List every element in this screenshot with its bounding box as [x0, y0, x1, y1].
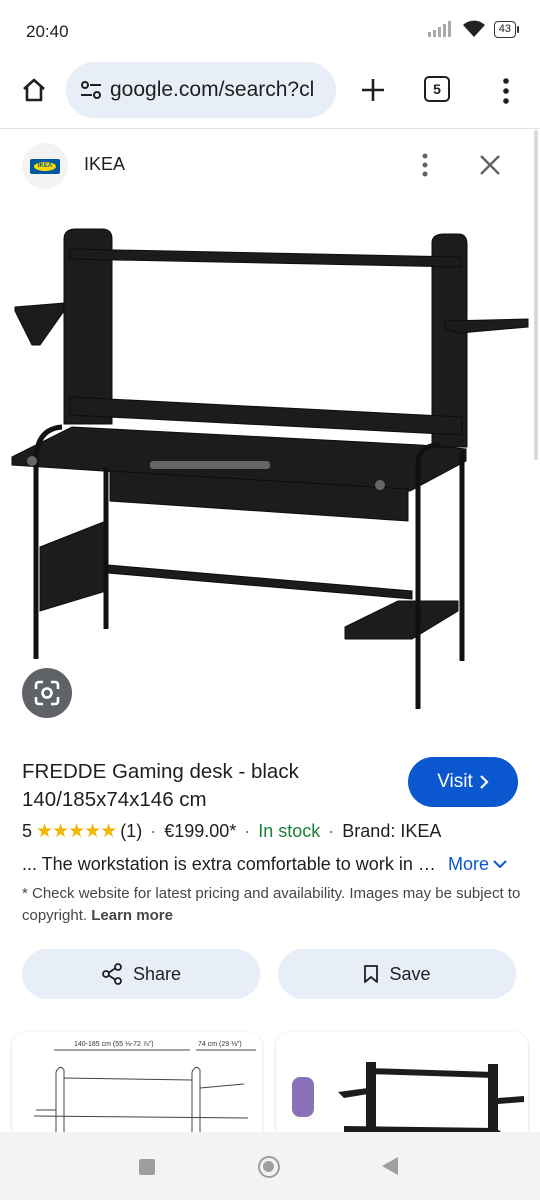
chevron-down-icon: [493, 860, 507, 869]
separator: ·: [150, 821, 157, 841]
lens-icon: [34, 680, 60, 706]
brand: Brand: IKEA: [342, 821, 442, 841]
home-icon: [23, 78, 45, 102]
desk-dimension-drawing: 140-185 cm (55 ⅛-72 ⅞") 74 cm (29 ⅛"): [33, 1041, 256, 1142]
tab-count: 5: [424, 76, 450, 102]
tab-switcher-button[interactable]: 5: [424, 76, 454, 106]
separator: ·: [328, 821, 335, 841]
status-time: 20:40: [26, 22, 69, 41]
desk-photo-thumbnail: [292, 1062, 524, 1142]
share-label: Share: [132, 963, 182, 984]
more-button[interactable]: More: [448, 854, 507, 875]
star-rating-icon: ★★★★★: [36, 821, 117, 842]
close-button[interactable]: [474, 149, 506, 181]
product-snippet: ... The workstation is extra comfortable…: [22, 853, 440, 874]
bookmark-icon: [364, 965, 379, 983]
address-bar[interactable]: google.com/search?cl: [66, 62, 336, 118]
product-title[interactable]: FREDDE Gaming desk - black 140/185x74x14…: [22, 758, 392, 814]
new-tab-button[interactable]: [355, 72, 391, 108]
visit-button[interactable]: Visit: [408, 757, 518, 807]
home-nav-button[interactable]: [258, 1156, 280, 1178]
product-image[interactable]: [0, 199, 540, 729]
dimension-label-depth: 74 cm (29 ⅛"): [198, 1041, 242, 1048]
save-button[interactable]: Save: [278, 949, 516, 999]
scrollbar[interactable]: [534, 130, 538, 460]
close-icon: [480, 155, 500, 175]
home-button[interactable]: [16, 72, 52, 108]
source-favicon: IKEA: [22, 143, 68, 189]
plus-icon: [362, 79, 384, 101]
signal-icon: [427, 21, 451, 37]
share-icon: [102, 963, 122, 985]
result-sheet-header: IKEA IKEA: [0, 129, 540, 199]
dimension-label-width: 140-185 cm (55 ⅛-72 ⅞"): [74, 1041, 154, 1048]
snippet-row: ... The workstation is extra comfortable…: [22, 851, 522, 877]
share-button[interactable]: Share: [22, 949, 260, 999]
ikea-logo: IKEA: [30, 158, 60, 174]
browser-menu-button[interactable]: [494, 74, 518, 108]
wifi-icon: [462, 20, 485, 37]
more-vert-icon: [503, 78, 509, 104]
google-lens-button[interactable]: [22, 668, 72, 718]
review-count: (1): [120, 821, 143, 841]
browser-toolbar: google.com/search?cl 5: [0, 62, 540, 120]
more-vert-icon: [422, 153, 428, 177]
back-button[interactable]: [382, 1157, 398, 1175]
recent-apps-button[interactable]: [139, 1159, 155, 1175]
system-navigation-bar: [0, 1132, 540, 1200]
related-image-card[interactable]: [276, 1032, 528, 1142]
save-label: Save: [389, 963, 431, 984]
product-meta-row: 5 ★★★★★ (1) · €199.00* · In stock · Bran…: [22, 820, 441, 843]
site-settings-icon[interactable]: [80, 80, 102, 100]
status-bar: 20:40 43: [0, 0, 540, 62]
source-name[interactable]: IKEA: [84, 154, 125, 175]
visit-label: Visit: [437, 771, 473, 792]
status-icons: 43: [427, 20, 520, 38]
sheet-more-button[interactable]: [414, 149, 436, 181]
separator: ·: [244, 821, 251, 841]
battery-icon: 43: [493, 20, 520, 38]
rating-value: 5: [22, 821, 33, 841]
gaming-desk-illustration: [11, 228, 529, 709]
url-text[interactable]: google.com/search?cl: [110, 78, 314, 102]
price: €199.00*: [164, 821, 237, 841]
disclaimer: * Check website for latest pricing and a…: [22, 883, 522, 927]
more-label: More: [448, 853, 490, 874]
availability-status: In stock: [258, 821, 321, 841]
related-image-card[interactable]: 140-185 cm (55 ⅛-72 ⅞") 74 cm (29 ⅛"): [12, 1032, 262, 1142]
learn-more-link[interactable]: Learn more: [91, 907, 173, 924]
chevron-right-icon: [480, 775, 489, 789]
